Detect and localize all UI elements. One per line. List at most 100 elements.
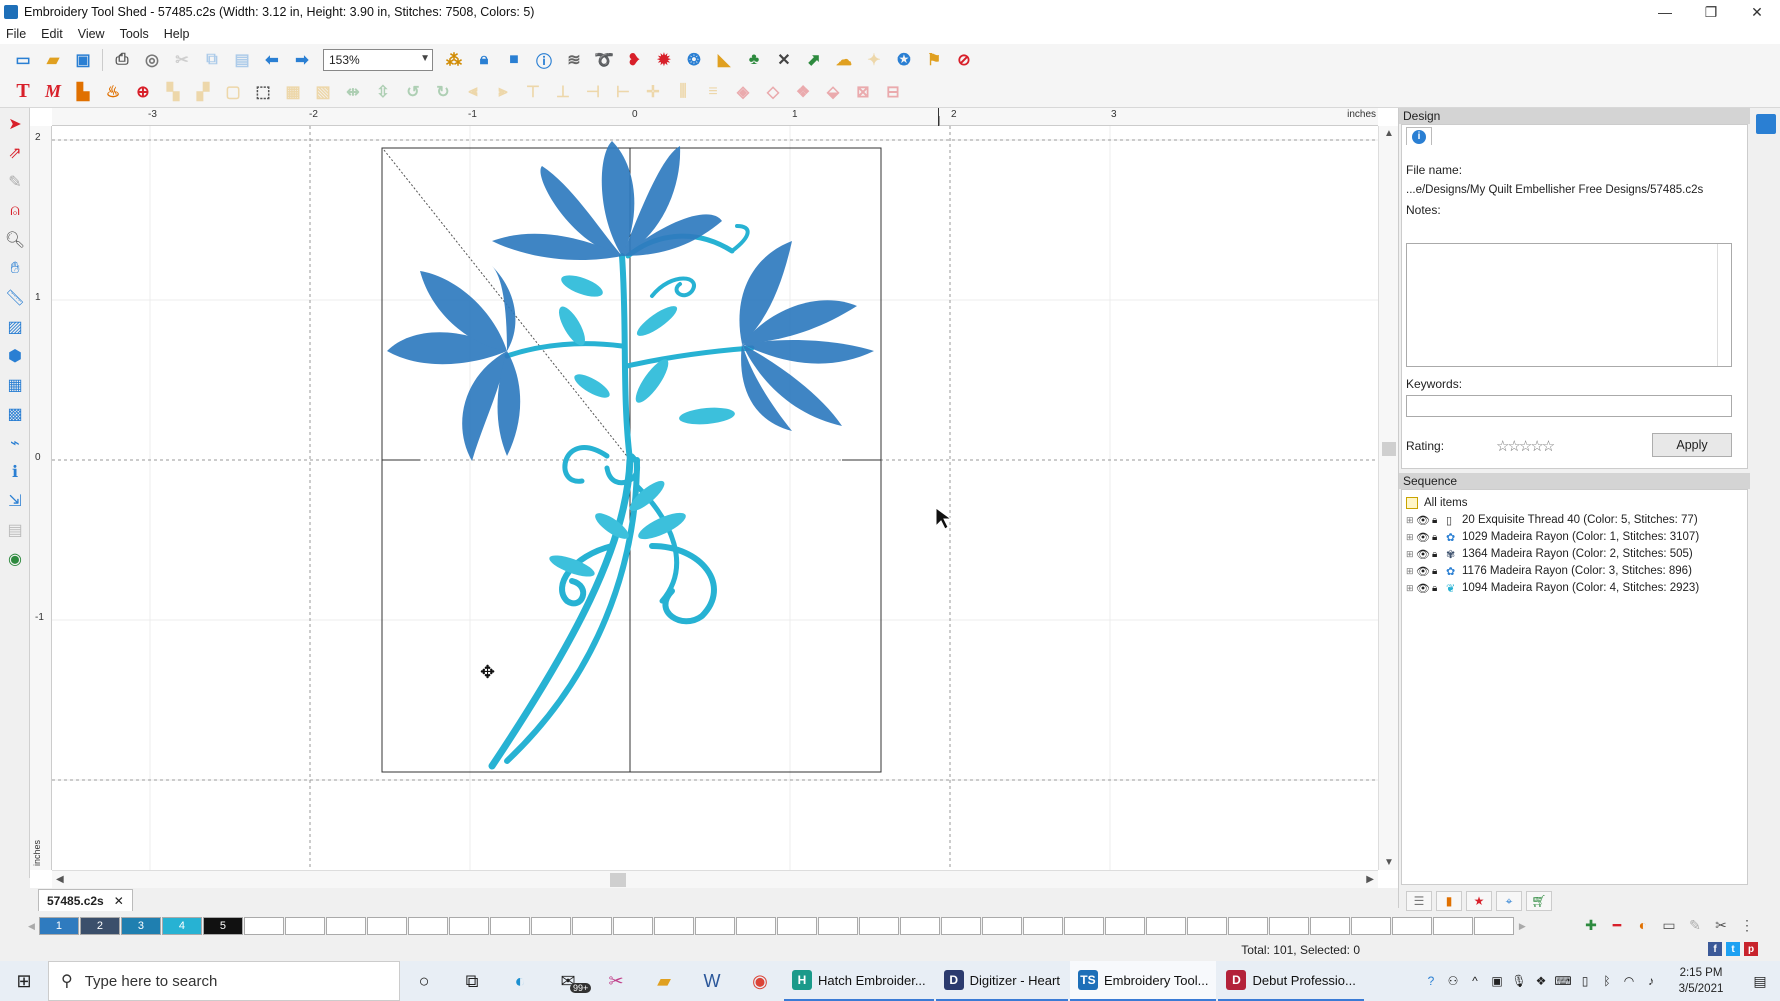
pin-icon[interactable]: ✪ xyxy=(893,49,915,71)
picture-icon[interactable]: ▨ xyxy=(2,314,28,340)
rotate-right-icon[interactable]: ↻ xyxy=(432,81,454,103)
minimize-button[interactable]: — xyxy=(1642,0,1688,24)
color-swatch[interactable]: 1 xyxy=(38,917,79,935)
info-tool-icon[interactable]: ℹ xyxy=(2,459,28,485)
bluetooth-icon[interactable]: ᛒ xyxy=(1596,974,1618,988)
print-preview-icon[interactable]: ◎ xyxy=(141,49,163,71)
node-edit-icon[interactable]: ⇗ xyxy=(2,140,28,166)
sequence-item[interactable]: ⊞ 👁︎ 🔒︎ ✾ 1364 Madeira Rayon (Color: 2, Sti… xyxy=(1406,545,1693,563)
app-tray-icon[interactable]: ▣ xyxy=(1486,974,1508,988)
grid-icon[interactable]: ▦ xyxy=(2,372,28,398)
dock-panel-icon[interactable] xyxy=(1756,114,1776,134)
reshape-icon[interactable]: ⍝ xyxy=(2,198,28,224)
pinterest-icon[interactable]: p xyxy=(1744,942,1758,956)
sequence-item[interactable]: ⊞ 👁︎ 🔒︎ ▯ 20 Exquisite Thread 40 (Color: 5,… xyxy=(1406,511,1698,529)
scroll-down-icon[interactable]: ▼ xyxy=(1384,857,1394,868)
zoom-select[interactable]: 153% ▼ xyxy=(323,49,433,71)
location-pin-icon[interactable]: ⌖ xyxy=(1496,891,1522,911)
scissors-icon[interactable]: ✕ xyxy=(773,49,795,71)
more-options-icon[interactable]: ⋮ xyxy=(1734,917,1760,934)
measure-icon[interactable]: 📏︎ xyxy=(2,285,28,311)
empty-swatch[interactable] xyxy=(448,917,489,935)
horizontal-scrollbar[interactable]: ◀ ▶ xyxy=(52,870,1378,888)
sequence-item[interactable]: ⊞ 👁︎ 🔒︎ ❦ 1094 Madeira Rayon (Color: 4, Sti… xyxy=(1406,579,1699,597)
clock[interactable]: 2:15 PM 3/5/2021 xyxy=(1662,965,1740,997)
eye-icon[interactable]: 👁︎ xyxy=(1416,548,1432,561)
select-box-icon[interactable]: ▢ xyxy=(222,81,244,103)
lock-icon[interactable]: 🔒︎ xyxy=(473,49,495,71)
empty-swatch[interactable] xyxy=(1104,917,1145,935)
move-handle-icon[interactable]: ✥ xyxy=(480,662,495,682)
eye-icon[interactable]: 👁︎ xyxy=(1416,565,1432,578)
export-icon[interactable]: ⇲ xyxy=(2,488,28,514)
expand-icon[interactable]: ⊞ xyxy=(1406,566,1416,577)
hoop-icon[interactable]: ⁂ xyxy=(443,49,465,71)
select-arrow-icon[interactable]: ➤ xyxy=(2,111,28,137)
color-swatch[interactable]: 5 xyxy=(202,917,243,935)
volume-icon[interactable]: ♪ xyxy=(1640,974,1662,988)
heart-shape-icon[interactable]: ❥ xyxy=(623,49,645,71)
empty-swatch[interactable] xyxy=(612,917,653,935)
target-icon[interactable]: ⊕ xyxy=(132,81,154,103)
weld-icon[interactable]: ◈ xyxy=(732,81,754,103)
scroll-right-icon[interactable]: ▶ xyxy=(1366,874,1374,885)
empty-swatch[interactable] xyxy=(817,917,858,935)
add-color-icon[interactable]: ✚ xyxy=(1578,917,1604,934)
expand-icon[interactable]: ⊞ xyxy=(1406,549,1416,560)
notes-textarea[interactable] xyxy=(1406,243,1732,367)
lock-icon[interactable]: 🔒︎ xyxy=(1432,532,1446,543)
info-icon[interactable]: ⓘ xyxy=(533,49,555,71)
color-palette-icon[interactable]: ◐ xyxy=(1630,917,1656,934)
undo-icon[interactable]: ⬅ xyxy=(261,49,283,71)
lock-icon[interactable]: 🔒︎ xyxy=(1432,549,1446,560)
distribute-v-icon[interactable]: ≡ xyxy=(702,81,724,103)
color-swatch[interactable]: 3 xyxy=(120,917,161,935)
new-file-icon[interactable]: ▭ xyxy=(12,49,34,71)
menu-tools[interactable]: Tools xyxy=(120,27,149,41)
align-bottom-icon[interactable]: ⊥ xyxy=(552,81,574,103)
empty-swatch[interactable] xyxy=(366,917,407,935)
dropbox-icon[interactable]: ❖ xyxy=(1530,974,1552,988)
rotate-left-icon[interactable]: ↺ xyxy=(402,81,424,103)
combine-icon[interactable]: ❖ xyxy=(792,81,814,103)
facebook-icon[interactable]: f xyxy=(1708,942,1722,956)
center-h-icon[interactable]: ⊣ xyxy=(582,81,604,103)
empty-swatch[interactable] xyxy=(858,917,899,935)
empty-swatch[interactable] xyxy=(1391,917,1432,935)
empty-swatch[interactable] xyxy=(1063,917,1104,935)
copy-icon[interactable]: ⧉ xyxy=(201,49,223,71)
notification-icon[interactable]: ▤ xyxy=(1740,973,1780,990)
document-tab[interactable]: 57485.c2s ✕ xyxy=(38,889,133,911)
apply-button[interactable]: Apply xyxy=(1652,433,1732,457)
wand-icon[interactable]: ✦ xyxy=(863,49,885,71)
mirror-h-icon[interactable]: ⇹ xyxy=(342,81,364,103)
image-icon[interactable]: ▤ xyxy=(2,517,28,543)
color-swatch[interactable]: 2 xyxy=(79,917,120,935)
applique-icon[interactable]: ♣ xyxy=(743,49,765,71)
notes-scrollbar[interactable] xyxy=(1717,244,1731,366)
empty-swatch[interactable] xyxy=(1268,917,1309,935)
empty-swatch[interactable] xyxy=(1350,917,1391,935)
monogram-icon[interactable]: M xyxy=(42,81,64,103)
taskbar-app-hatch[interactable]: H Hatch Embroider... xyxy=(784,961,934,1001)
scroll-left-icon[interactable]: ◀ xyxy=(28,921,35,932)
shape-3d-icon[interactable]: ⬢ xyxy=(2,343,28,369)
lock-icon[interactable]: 🔒︎ xyxy=(1432,515,1446,526)
ungroup-icon[interactable]: ▞ xyxy=(192,81,214,103)
frame-icon[interactable]: ■ xyxy=(503,49,525,71)
twitter-icon[interactable]: t xyxy=(1726,942,1740,956)
paint-icon[interactable]: ✂ xyxy=(592,961,640,1001)
zoom-icon[interactable]: 🔍︎ xyxy=(2,227,28,253)
leaf-shape-icon[interactable]: ◣ xyxy=(713,49,735,71)
layer-icon[interactable]: ▧ xyxy=(312,81,334,103)
circle-shape-icon[interactable]: ❂ xyxy=(683,49,705,71)
print-icon[interactable]: ⎙ xyxy=(111,49,133,71)
list-view-icon[interactable]: ☰ xyxy=(1406,891,1432,911)
star-shape-icon[interactable]: ✹ xyxy=(653,49,675,71)
taskbar-app-embroidery-tool-shed[interactable]: TS Embroidery Tool... xyxy=(1069,961,1217,1001)
fire-icon[interactable]: ♨ xyxy=(102,81,124,103)
battery-icon[interactable]: ▯ xyxy=(1574,974,1596,988)
microphone-icon[interactable]: 🎙︎ xyxy=(1508,974,1530,988)
group-icon[interactable]: ▚ xyxy=(162,81,184,103)
expand-icon[interactable]: ⊞ xyxy=(1406,515,1416,526)
